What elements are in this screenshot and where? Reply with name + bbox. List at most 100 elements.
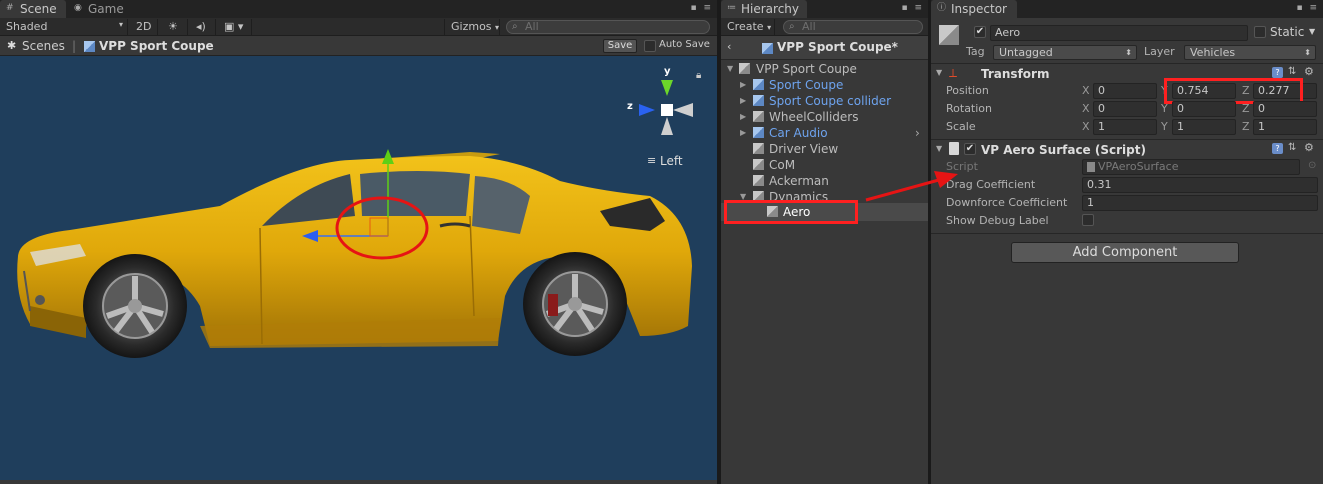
object-name-field[interactable]: Aero	[990, 25, 1248, 41]
gameobject-icon	[753, 159, 764, 170]
grid-icon: #	[6, 3, 14, 13]
prefab-cube-icon	[762, 43, 773, 54]
search-icon: ⌕	[789, 21, 795, 32]
foldout-arrow-icon[interactable]: ▼	[936, 144, 942, 153]
downforce-coefficient-field[interactable]: 1	[1082, 195, 1318, 211]
gear-icon[interactable]: ⚙	[1304, 65, 1314, 78]
expand-arrow-icon[interactable]: ▶	[740, 125, 746, 141]
lighting-toggle-icon[interactable]: ☀	[162, 19, 188, 35]
panel-menu-icon[interactable]: ▪ ≡	[690, 3, 713, 13]
script-component-header[interactable]: ▼ ✔ VP Aero Surface (Script) ? ⇅ ⚙	[931, 141, 1323, 159]
save-button[interactable]: Save	[603, 39, 637, 53]
list-item[interactable]: ▶ Sport Coupe collider	[721, 93, 928, 109]
list-item[interactable]: ▶ WheelColliders	[721, 109, 928, 125]
tag-label: Tag	[966, 45, 985, 58]
gizmo-y-label: y	[664, 66, 671, 77]
show-debug-label-checkbox[interactable]	[1082, 214, 1094, 226]
axis-z-label: Z	[1242, 120, 1250, 133]
static-checkbox[interactable]	[1254, 26, 1266, 38]
add-component-button[interactable]: Add Component	[1011, 242, 1239, 263]
layer-dropdown[interactable]: Vehicles ⬍	[1184, 45, 1316, 60]
scenes-icon: ✱	[7, 39, 17, 52]
preset-icon[interactable]: ⇅	[1288, 142, 1296, 153]
inspector-tabbar: ⓘ Inspector ▪ ≡	[931, 0, 1323, 18]
annotation-arrow	[865, 171, 958, 202]
scene-viewport[interactable]: y z 🔒︎ ≡ Left	[0, 56, 717, 480]
gizmo-z-label: z	[627, 101, 633, 112]
foldout-arrow-icon[interactable]: ▼	[936, 68, 942, 77]
auto-save-checkbox[interactable]	[644, 40, 656, 52]
list-item-label: Driver View	[769, 142, 839, 156]
game-icon: ◉	[74, 3, 82, 13]
active-checkbox[interactable]: ✔	[974, 26, 986, 38]
breadcrumb-scenes[interactable]: Scenes	[22, 39, 65, 53]
script-file-icon	[949, 142, 959, 155]
scale-label: Scale	[946, 120, 976, 133]
info-icon: ⓘ	[937, 3, 947, 13]
shading-mode-dropdown[interactable]: Shaded ▾	[0, 19, 128, 35]
divider	[931, 139, 1323, 140]
help-icon[interactable]: ?	[1272, 67, 1283, 78]
tab-inspector[interactable]: ⓘ Inspector	[931, 0, 1017, 18]
scale-z-field[interactable]: 1	[1253, 119, 1317, 135]
transform-icon: ⟂	[949, 66, 958, 80]
static-dropdown-icon[interactable]: ▼	[1309, 27, 1315, 36]
back-arrow-icon[interactable]: ‹	[727, 40, 731, 53]
drag-coefficient-field[interactable]: 0.31	[1082, 177, 1318, 193]
static-label: Static	[1270, 25, 1305, 39]
gameobject-icon	[753, 175, 764, 186]
script-component-title: VP Aero Surface (Script)	[981, 143, 1146, 157]
component-enabled-checkbox[interactable]: ✔	[964, 143, 976, 155]
divider	[931, 233, 1323, 234]
breadcrumb-object: VPP Sport Coupe	[99, 39, 214, 53]
view-orientation-label[interactable]: Left	[660, 154, 683, 168]
orientation-gizmo[interactable]	[633, 73, 693, 143]
2d-toggle-button[interactable]: 2D	[130, 19, 158, 35]
list-item-label: VPP Sport Coupe	[756, 62, 857, 76]
list-item[interactable]: ▼ VPP Sport Coupe	[721, 61, 928, 77]
layer-value: Vehicles	[1190, 46, 1236, 59]
scene-search-placeholder: All	[525, 20, 539, 33]
expand-arrow-icon[interactable]: ▼	[727, 61, 733, 77]
script-file-icon	[1087, 162, 1095, 172]
rotation-x-field[interactable]: 0	[1093, 101, 1157, 117]
panel-menu-icon[interactable]: ▪ ≡	[901, 3, 924, 13]
tag-value: Untagged	[999, 46, 1053, 59]
expand-arrow-icon[interactable]: ▶	[740, 93, 746, 109]
lock-icon[interactable]: 🔒︎	[696, 70, 701, 81]
help-icon[interactable]: ?	[1272, 143, 1283, 154]
scene-panel: # Scene ◉ Game ▪ ≡ Shaded ▾ 2D ☀ ◂) ▣ ▾ …	[0, 0, 717, 484]
list-item[interactable]: ▶ Car Audio ›	[721, 125, 928, 141]
rotation-label: Rotation	[946, 102, 993, 115]
create-dropdown[interactable]: Create ▾	[721, 19, 775, 35]
position-x-field[interactable]: 0	[1093, 83, 1157, 99]
chevron-right-icon[interactable]: ›	[915, 125, 920, 141]
rotation-y-field[interactable]: 0	[1172, 101, 1236, 117]
scale-x-field[interactable]: 1	[1093, 119, 1157, 135]
list-item[interactable]: Driver View	[721, 141, 928, 157]
preset-icon[interactable]: ⇅	[1288, 66, 1296, 77]
hierarchy-toolbar: Create ▾ ⌕ All	[721, 18, 928, 36]
hierarchy-tabbar: ≔ Hierarchy ▪ ≡	[721, 0, 928, 18]
list-item[interactable]: ▶ Sport Coupe	[721, 77, 928, 93]
tab-hierarchy[interactable]: ≔ Hierarchy	[721, 0, 807, 18]
expand-arrow-icon[interactable]: ▶	[740, 109, 746, 125]
gameobject-large-icon	[939, 25, 959, 45]
gear-icon[interactable]: ⚙	[1304, 141, 1314, 154]
gameobject-icon	[753, 143, 764, 154]
rotation-z-field[interactable]: 0	[1253, 101, 1317, 117]
scene-search-input[interactable]: ⌕ All	[506, 20, 710, 34]
hierarchy-header: ‹ VPP Sport Coupe*	[721, 36, 928, 60]
scene-toolbar: Shaded ▾ 2D ☀ ◂) ▣ ▾ Gizmos ▾ ⌕ All	[0, 18, 717, 36]
tag-dropdown[interactable]: Untagged ⬍	[993, 45, 1137, 60]
gizmos-dropdown[interactable]: Gizmos ▾	[444, 19, 500, 35]
tab-scene[interactable]: # Scene	[0, 0, 66, 18]
effects-dropdown-icon[interactable]: ▣ ▾	[218, 19, 252, 35]
audio-toggle-icon[interactable]: ◂)	[190, 19, 216, 35]
expand-arrow-icon[interactable]: ▶	[740, 77, 746, 93]
scale-y-field[interactable]: 1	[1172, 119, 1236, 135]
tab-game[interactable]: ◉ Game	[68, 0, 130, 18]
panel-menu-icon[interactable]: ▪ ≡	[1296, 3, 1319, 13]
tab-scene-label: Scene	[20, 2, 57, 16]
hierarchy-search-input[interactable]: ⌕ All	[783, 20, 923, 34]
